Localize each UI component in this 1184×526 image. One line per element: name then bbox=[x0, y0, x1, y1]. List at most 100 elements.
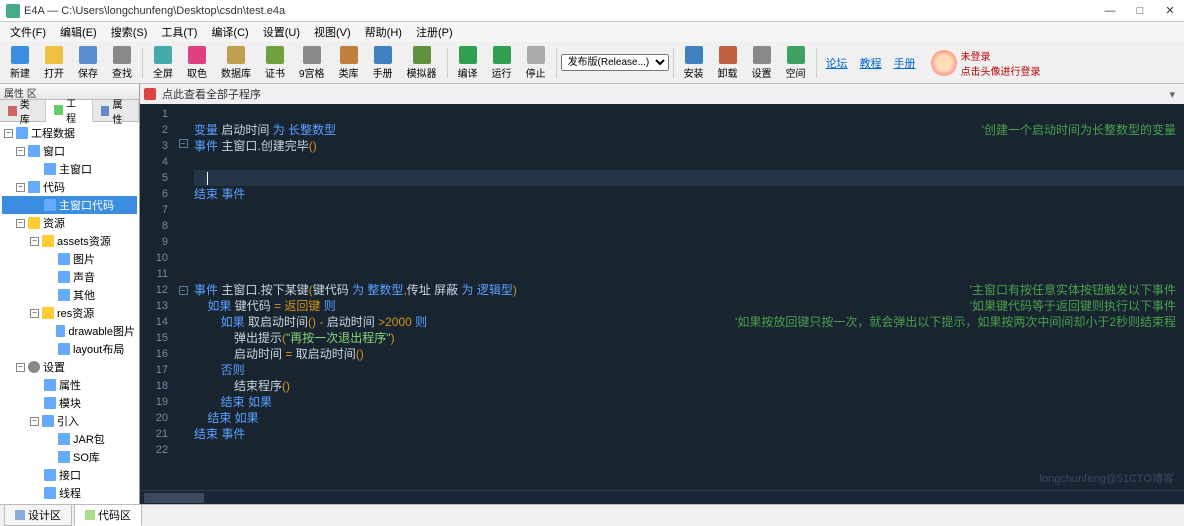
expand-icon[interactable]: − bbox=[16, 147, 25, 156]
tb-手册[interactable]: 手册 bbox=[367, 44, 399, 82]
tree-item-17[interactable]: JAR包 bbox=[2, 430, 137, 448]
menu-item-3[interactable]: 工具(T) bbox=[155, 22, 203, 42]
code-editor[interactable]: 12345678910111213141516171819202122 −− 变… bbox=[140, 104, 1184, 490]
tree-item-5[interactable]: −资源 bbox=[2, 214, 137, 232]
fold-bar[interactable]: −− bbox=[176, 104, 190, 490]
expand-icon[interactable]: − bbox=[30, 417, 39, 426]
code-line-2[interactable]: 变量 启动时间 为 长整数型'创建一个启动时间为长整数型的变量 bbox=[194, 122, 1184, 138]
tree-item-12[interactable]: layout布局 bbox=[2, 340, 137, 358]
code-line-9[interactable] bbox=[194, 234, 1184, 250]
tb-编译[interactable]: 编译 bbox=[452, 44, 484, 82]
code-line-20[interactable]: 结束 如果 bbox=[194, 410, 1184, 426]
tb-取色[interactable]: 取色 bbox=[181, 44, 213, 82]
tb2-设置[interactable]: 设置 bbox=[746, 44, 778, 82]
code-line-21[interactable]: 结束 事件 bbox=[194, 426, 1184, 442]
tb-运行[interactable]: 运行 bbox=[486, 44, 518, 82]
code-content[interactable]: 变量 启动时间 为 长整数型'创建一个启动时间为长整数型的变量事件 主窗口.创建… bbox=[190, 104, 1184, 490]
tree-item-7[interactable]: 图片 bbox=[2, 250, 137, 268]
panel-tab-类库[interactable]: 类库 bbox=[0, 100, 46, 121]
tree-item-2[interactable]: 主窗口 bbox=[2, 160, 137, 178]
tree-item-20[interactable]: 线程 bbox=[2, 484, 137, 502]
tb2-空间[interactable]: 空间 bbox=[780, 44, 812, 82]
code-line-1[interactable] bbox=[194, 106, 1184, 122]
minimize-panel-icon[interactable]: ▾ bbox=[1164, 88, 1180, 101]
tb-证书[interactable]: 证书 bbox=[259, 44, 291, 82]
bottom-tab-代码区[interactable]: 代码区 bbox=[74, 504, 142, 526]
editor-tab-label[interactable]: 点此查看全部子程序 bbox=[162, 86, 261, 102]
tree-item-14[interactable]: 属性 bbox=[2, 376, 137, 394]
code-line-13[interactable]: 如果 键代码 = 返回键 则'如果键代码等于返回键则执行以下事件 bbox=[194, 298, 1184, 314]
panel-tab-属性[interactable]: 属性 bbox=[93, 100, 139, 121]
code-line-19[interactable]: 结束 如果 bbox=[194, 394, 1184, 410]
tree-item-9[interactable]: 其他 bbox=[2, 286, 137, 304]
code-line-17[interactable]: 否则 bbox=[194, 362, 1184, 378]
menu-item-1[interactable]: 编辑(E) bbox=[54, 22, 103, 42]
code-line-7[interactable] bbox=[194, 202, 1184, 218]
horizontal-scrollbar[interactable] bbox=[140, 490, 1184, 504]
scrollbar-thumb[interactable] bbox=[144, 493, 204, 503]
code-line-18[interactable]: 结束程序() bbox=[194, 378, 1184, 394]
code-line-10[interactable] bbox=[194, 250, 1184, 266]
menu-item-4[interactable]: 编译(C) bbox=[205, 22, 254, 42]
tb-全屏[interactable]: 全屏 bbox=[147, 44, 179, 82]
tb-查找[interactable]: 查找 bbox=[106, 44, 138, 82]
code-line-14[interactable]: 如果 取启动时间() - 启动时间 >2000 则'如果按放回键只按一次，就会弹… bbox=[194, 314, 1184, 330]
tb-新建[interactable]: 新建 bbox=[4, 44, 36, 82]
tree-item-6[interactable]: −assets资源 bbox=[2, 232, 137, 250]
panel-tab-工程[interactable]: 工程 bbox=[46, 100, 92, 122]
tree-item-8[interactable]: 声音 bbox=[2, 268, 137, 286]
code-line-12[interactable]: 事件 主窗口.按下某键(键代码 为 整数型,传址 屏蔽 为 逻辑型)'主窗口有按… bbox=[194, 282, 1184, 298]
login-box[interactable]: 未登录点击头像进行登录 bbox=[931, 48, 1041, 78]
expand-icon[interactable]: − bbox=[30, 309, 39, 318]
tree-item-18[interactable]: SO库 bbox=[2, 448, 137, 466]
link-教程[interactable]: 教程 bbox=[860, 55, 882, 71]
fold-icon[interactable]: − bbox=[179, 139, 188, 148]
menu-item-8[interactable]: 注册(P) bbox=[410, 22, 459, 42]
tb-类库[interactable]: 类库 bbox=[333, 44, 365, 82]
link-手册[interactable]: 手册 bbox=[894, 55, 916, 71]
menu-item-5[interactable]: 设置(U) bbox=[257, 22, 306, 42]
code-line-8[interactable] bbox=[194, 218, 1184, 234]
tb-打开[interactable]: 打开 bbox=[38, 44, 70, 82]
release-dropdown[interactable]: 发布版(Release...) bbox=[561, 54, 669, 71]
code-line-16[interactable]: 启动时间 = 取启动时间() bbox=[194, 346, 1184, 362]
tb-9宫格[interactable]: 9宫格 bbox=[293, 44, 331, 82]
expand-icon[interactable]: − bbox=[4, 129, 13, 138]
code-line-22[interactable] bbox=[194, 442, 1184, 458]
tree-item-10[interactable]: −res资源 bbox=[2, 304, 137, 322]
code-line-11[interactable] bbox=[194, 266, 1184, 282]
tb-模拟器[interactable]: 模拟器 bbox=[401, 44, 443, 82]
code-line-4[interactable] bbox=[194, 154, 1184, 170]
link-论坛[interactable]: 论坛 bbox=[826, 55, 848, 71]
menu-item-7[interactable]: 帮助(H) bbox=[359, 22, 408, 42]
code-line-3[interactable]: 事件 主窗口.创建完毕() bbox=[194, 138, 1184, 154]
project-tree[interactable]: −工程数据−窗口主窗口−代码主窗口代码−资源−assets资源图片声音其他−re… bbox=[0, 122, 139, 504]
expand-icon[interactable]: − bbox=[16, 363, 25, 372]
menu-item-6[interactable]: 视图(V) bbox=[308, 22, 357, 42]
close-button[interactable]: ✕ bbox=[1162, 3, 1178, 19]
tb-保存[interactable]: 保存 bbox=[72, 44, 104, 82]
code-line-6[interactable]: 结束 事件 bbox=[194, 186, 1184, 202]
tree-item-11[interactable]: drawable图片 bbox=[2, 322, 137, 340]
minimize-button[interactable]: — bbox=[1102, 3, 1118, 19]
expand-icon[interactable]: − bbox=[16, 219, 25, 228]
menu-item-2[interactable]: 搜索(S) bbox=[105, 22, 154, 42]
tb2-安装[interactable]: 安装 bbox=[678, 44, 710, 82]
maximize-button[interactable]: □ bbox=[1132, 3, 1148, 19]
tree-item-15[interactable]: 模块 bbox=[2, 394, 137, 412]
tree-item-3[interactable]: −代码 bbox=[2, 178, 137, 196]
tree-item-13[interactable]: −设置 bbox=[2, 358, 137, 376]
tree-item-4[interactable]: 主窗口代码 bbox=[2, 196, 137, 214]
code-line-5[interactable] bbox=[194, 170, 1184, 186]
bottom-tab-设计区[interactable]: 设计区 bbox=[4, 504, 72, 526]
tree-item-0[interactable]: −工程数据 bbox=[2, 124, 137, 142]
tb2-卸载[interactable]: 卸载 bbox=[712, 44, 744, 82]
tree-item-1[interactable]: −窗口 bbox=[2, 142, 137, 160]
menu-item-0[interactable]: 文件(F) bbox=[4, 22, 52, 42]
tb-数据库[interactable]: 数据库 bbox=[215, 44, 257, 82]
expand-icon[interactable]: − bbox=[30, 237, 39, 246]
code-line-15[interactable]: 弹出提示("再按一次退出程序") bbox=[194, 330, 1184, 346]
tb-停止[interactable]: 停止 bbox=[520, 44, 552, 82]
tree-item-19[interactable]: 接口 bbox=[2, 466, 137, 484]
tree-item-16[interactable]: −引入 bbox=[2, 412, 137, 430]
